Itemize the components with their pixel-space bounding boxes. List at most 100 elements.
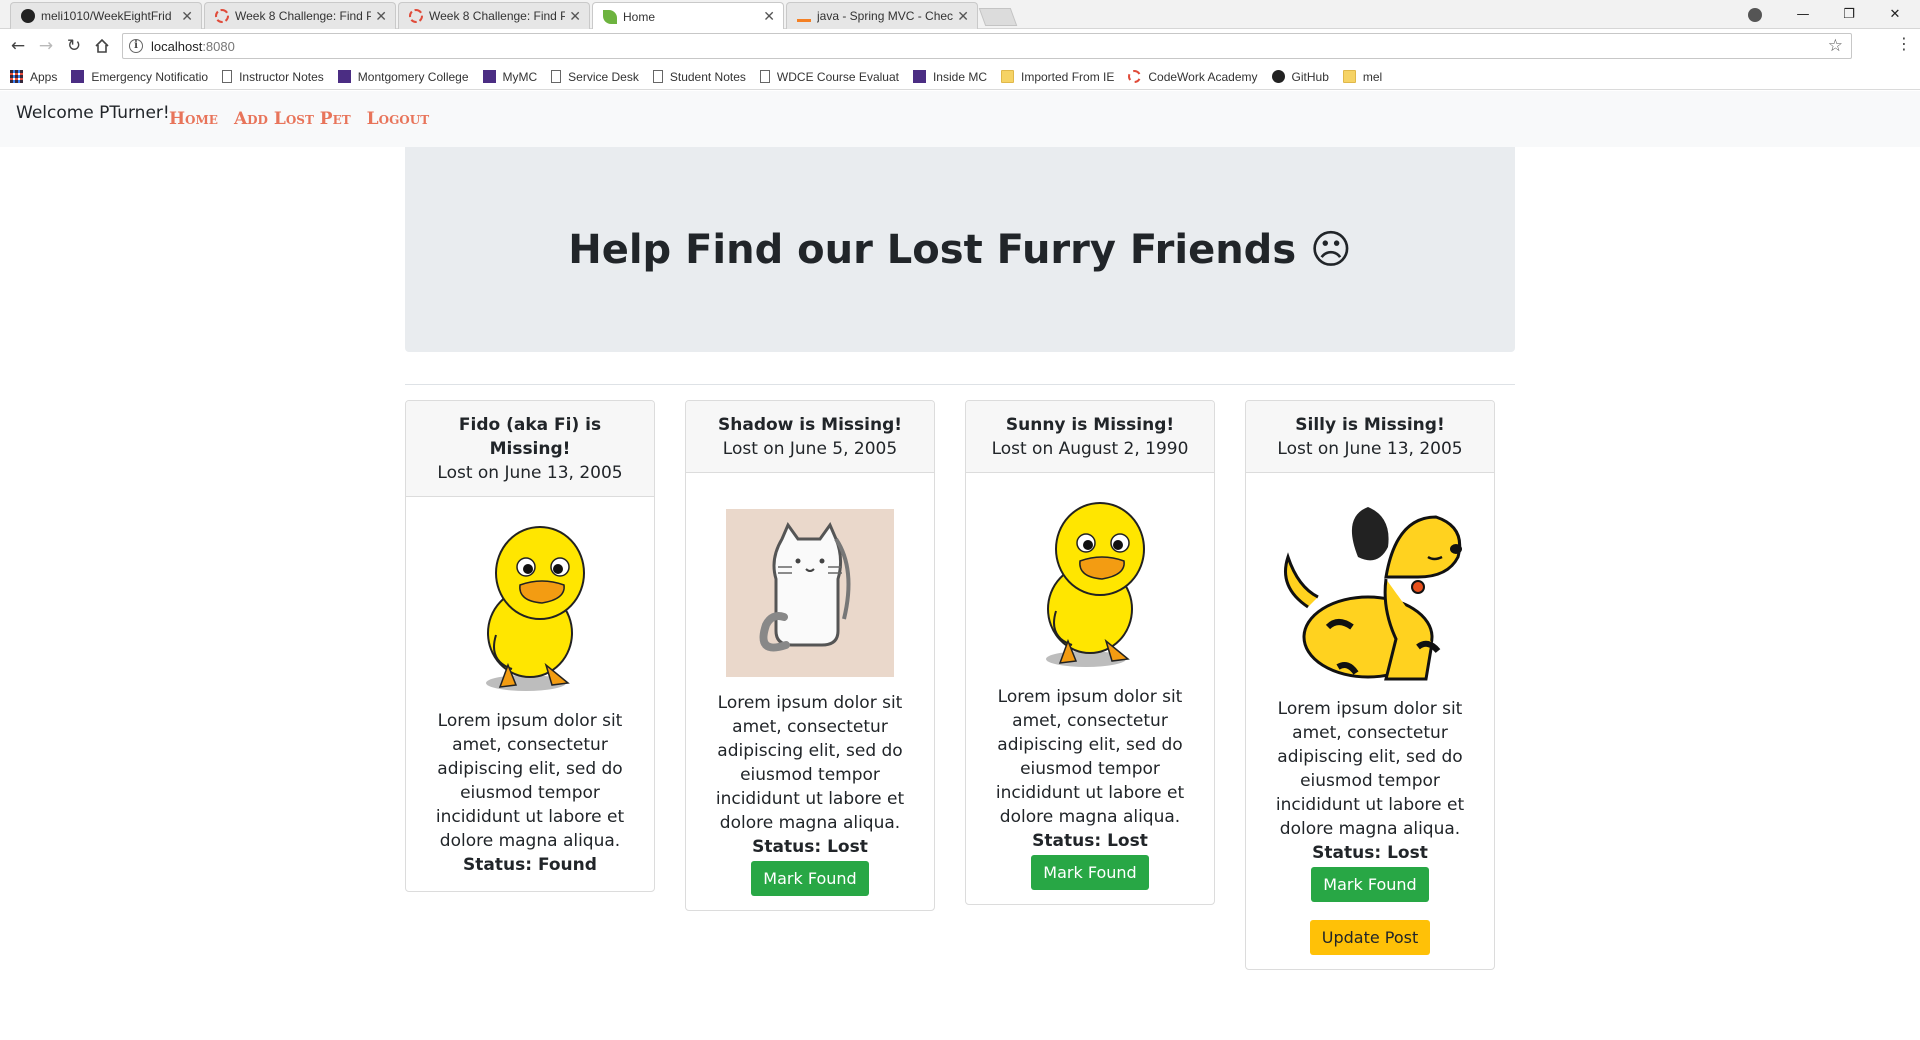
hero-banner: Help Find our Lost Furry Friends ☹ bbox=[405, 147, 1515, 352]
bookmark-label: Emergency Notificatio bbox=[91, 69, 209, 84]
mark-found-button[interactable]: Mark Found bbox=[751, 861, 869, 896]
close-window-button[interactable]: ✕ bbox=[1872, 0, 1918, 29]
pet-description: Lorem ipsum dolor sit amet, consectetur … bbox=[995, 687, 1185, 827]
bookmark-label: GitHub bbox=[1291, 69, 1329, 84]
new-tab-button[interactable] bbox=[978, 8, 1018, 26]
profile-button[interactable] bbox=[1732, 0, 1778, 29]
close-icon[interactable]: ✕ bbox=[763, 8, 775, 25]
pet-lost-date: Lost on June 13, 2005 bbox=[437, 463, 623, 483]
browser-tab[interactable]: meli1010/WeekEightFrid ✕ bbox=[10, 2, 202, 29]
pet-card: Fido (aka Fi) is Missing! Lost on June 1… bbox=[405, 400, 655, 892]
home-icon bbox=[95, 38, 109, 53]
bookmark-item[interactable]: MyMC bbox=[482, 69, 538, 84]
bookmark-label: MyMC bbox=[502, 69, 538, 84]
pet-card-header: Silly is Missing! Lost on June 13, 2005 bbox=[1246, 401, 1494, 473]
bookmark-item[interactable]: Instructor Notes bbox=[222, 70, 324, 84]
back-button[interactable]: ← bbox=[6, 34, 30, 58]
home-button[interactable] bbox=[90, 34, 114, 58]
url-host: localhost bbox=[151, 38, 203, 54]
forward-button[interactable]: → bbox=[34, 34, 58, 58]
duck-image bbox=[486, 526, 585, 691]
browser-tab-title: Home bbox=[623, 9, 656, 24]
info-icon[interactable]: i bbox=[129, 39, 143, 53]
pet-lost-date: Lost on June 13, 2005 bbox=[1277, 439, 1463, 459]
pet-status: Status: Lost bbox=[1312, 843, 1428, 863]
minimize-button[interactable]: — bbox=[1780, 0, 1826, 29]
pet-description: Lorem ipsum dolor sit amet, consectetur … bbox=[715, 693, 905, 833]
pet-card: Silly is Missing! Lost on June 13, 2005 … bbox=[1245, 400, 1495, 970]
browser-tab-strip: meli1010/WeekEightFrid ✕ Week 8 Challeng… bbox=[0, 0, 1920, 30]
pet-card-header: Shadow is Missing! Lost on June 5, 2005 bbox=[686, 401, 934, 473]
update-post-button[interactable]: Update Post bbox=[1309, 920, 1431, 955]
bookmark-label: WDCE Course Evaluat bbox=[776, 69, 899, 84]
app-navbar: Welcome PTurner! Home Add Lost Pet Logou… bbox=[0, 91, 1920, 147]
pet-title: Fido (aka Fi) is Missing! bbox=[458, 415, 602, 459]
pet-card: Sunny is Missing! Lost on August 2, 1990… bbox=[965, 400, 1215, 905]
pet-description: Lorem ipsum dolor sit amet, consectetur … bbox=[435, 711, 625, 851]
pet-card-body: Lorem ipsum dolor sit amet, consectetur … bbox=[966, 473, 1214, 904]
bookmark-apps[interactable]: Apps bbox=[10, 70, 57, 84]
browser-tab[interactable]: Week 8 Challenge: Find P ✕ bbox=[398, 2, 590, 29]
bookmark-item[interactable]: CodeWork Academy bbox=[1128, 70, 1258, 84]
reload-button[interactable]: ↻ bbox=[62, 34, 86, 58]
browser-tab-title: Week 8 Challenge: Find P bbox=[429, 9, 566, 23]
folder-icon bbox=[1342, 70, 1356, 83]
mc-icon bbox=[482, 70, 496, 83]
page-icon bbox=[222, 70, 233, 83]
arrow-right-icon: → bbox=[38, 36, 54, 56]
page-icon bbox=[652, 70, 663, 83]
close-icon[interactable]: ✕ bbox=[375, 8, 387, 25]
bookmark-label: Instructor Notes bbox=[239, 69, 324, 84]
codework-icon bbox=[215, 9, 229, 23]
bookmark-item[interactable]: Emergency Notificatio bbox=[71, 70, 208, 84]
bookmark-item[interactable]: GitHub bbox=[1271, 69, 1329, 84]
pet-status: Status: Found bbox=[463, 855, 597, 875]
nav-add-lost-pet-link[interactable]: Add Lost Pet bbox=[234, 109, 351, 129]
bookmark-label: Service Desk bbox=[568, 69, 639, 84]
mc-icon bbox=[71, 70, 85, 83]
mark-found-button[interactable]: Mark Found bbox=[1031, 855, 1149, 890]
bookmark-label: Apps bbox=[30, 69, 58, 84]
nav-home-link[interactable]: Home bbox=[169, 109, 218, 129]
codework-icon bbox=[1128, 70, 1142, 83]
pet-card-grid: Fido (aka Fi) is Missing! Lost on June 1… bbox=[405, 400, 1515, 1000]
pet-card-header: Fido (aka Fi) is Missing! Lost on June 1… bbox=[406, 401, 654, 497]
pet-card-body: Lorem ipsum dolor sit amet, consectetur … bbox=[686, 473, 934, 910]
apps-grid-icon bbox=[10, 70, 23, 83]
bookmark-item[interactable]: WDCE Course Evaluat bbox=[759, 69, 899, 84]
bookmark-item[interactable]: Inside MC bbox=[912, 70, 987, 84]
close-icon[interactable]: ✕ bbox=[181, 8, 193, 25]
github-icon bbox=[1271, 70, 1285, 83]
pet-card-body: Lorem ipsum dolor sit amet, consectetur … bbox=[1246, 473, 1494, 969]
page-icon bbox=[551, 70, 562, 83]
bookmark-item[interactable]: Montgomery College bbox=[337, 70, 469, 84]
chrome-menu-icon[interactable]: ⋮ bbox=[1894, 34, 1914, 53]
hero-title: Help Find our Lost Furry Friends ☹ bbox=[568, 226, 1352, 273]
bookmark-item[interactable]: Service Desk bbox=[551, 70, 639, 84]
reload-icon: ↻ bbox=[66, 36, 82, 56]
duck-image bbox=[1046, 502, 1145, 667]
mark-found-button[interactable]: Mark Found bbox=[1311, 867, 1429, 902]
address-bar[interactable]: i localhost:8080 ☆ bbox=[122, 33, 1852, 59]
browser-tab[interactable]: java - Spring MVC - Chec ✕ bbox=[786, 2, 978, 29]
url-port: :8080 bbox=[202, 38, 235, 54]
bookmark-star-icon[interactable]: ☆ bbox=[1828, 36, 1843, 56]
pet-card-body: Lorem ipsum dolor sit amet, consectetur … bbox=[406, 497, 654, 891]
pet-lost-date: Lost on August 2, 1990 bbox=[991, 439, 1189, 459]
bookmark-label: mel bbox=[1362, 69, 1383, 84]
nav-links: Home Add Lost Pet Logout bbox=[169, 109, 445, 129]
github-icon bbox=[21, 9, 35, 23]
bookmark-item[interactable]: Student Notes bbox=[652, 69, 746, 84]
nav-logout-link[interactable]: Logout bbox=[367, 109, 430, 129]
bookmark-folder[interactable]: Imported From IE bbox=[1001, 70, 1114, 84]
arrow-left-icon: ← bbox=[10, 36, 26, 56]
close-icon[interactable]: ✕ bbox=[957, 8, 969, 25]
pet-title: Shadow is Missing! bbox=[718, 415, 902, 435]
browser-tab[interactable]: Week 8 Challenge: Find P ✕ bbox=[204, 2, 396, 29]
welcome-text: Welcome PTurner! bbox=[16, 103, 170, 123]
restore-button[interactable]: ❐ bbox=[1826, 0, 1872, 29]
browser-tab-active[interactable]: Home ✕ bbox=[592, 2, 784, 30]
bookmark-label: Student Notes bbox=[669, 69, 746, 84]
bookmark-folder[interactable]: mel bbox=[1342, 69, 1383, 84]
close-icon[interactable]: ✕ bbox=[569, 8, 581, 25]
